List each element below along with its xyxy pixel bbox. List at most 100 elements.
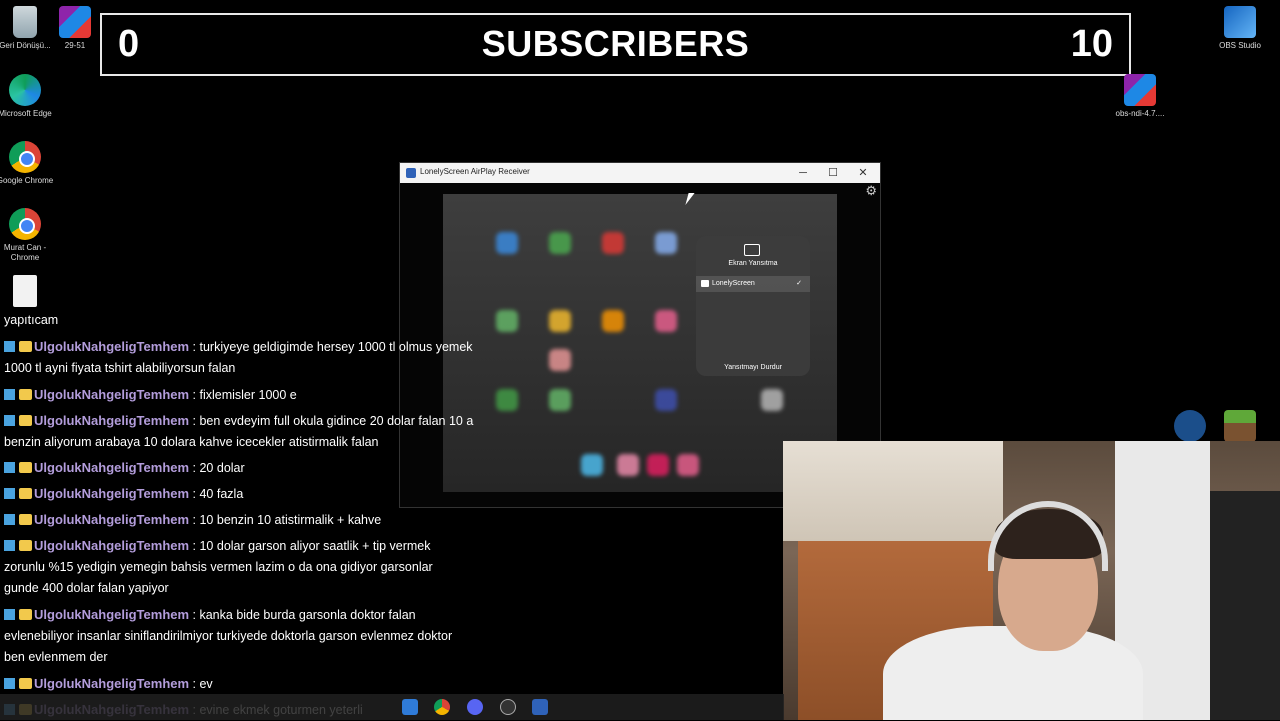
- app-icon-blurred: [655, 389, 677, 411]
- app-icon-blurred: [761, 389, 783, 411]
- chat-message: UlgolukNahgeligTemhem : 40 fazla: [4, 483, 539, 505]
- desktop-icon-label: obs-ndi-4.7....: [1115, 109, 1165, 118]
- chat-separator: :: [189, 461, 200, 475]
- screen-mirroring-icon: [744, 244, 760, 256]
- chat-message: UlgolukNahgeligTemhem : turkiyeye geldig…: [4, 336, 539, 379]
- steam-icon: [1174, 410, 1206, 442]
- screen-mirroring-panel: Ekran Yansıtma LonelyScreen ✓ Yansıtmayı…: [696, 236, 810, 376]
- mirroring-device-label: LonelyScreen: [712, 280, 755, 287]
- desktop-icon-label: Google Chrome: [0, 176, 54, 185]
- chat-separator: :: [189, 513, 200, 527]
- obs-taskbar-icon[interactable]: [500, 699, 516, 715]
- window-titlebar[interactable]: LonelyScreen AirPlay Receiver ─ ☐ ✕: [400, 163, 880, 183]
- checkmark-icon: ✓: [796, 280, 802, 287]
- webcam-wall: [783, 441, 1003, 541]
- app-icon-blurred: [647, 454, 669, 476]
- desktop-icon-label: 29-51: [64, 41, 86, 50]
- chat-separator: :: [189, 387, 200, 402]
- chat-separator: :: [189, 539, 200, 553]
- app-icon-blurred: [677, 454, 699, 476]
- webcam-overlay: [783, 441, 1280, 720]
- chrome-icon: [9, 141, 41, 173]
- display-icon: [701, 280, 709, 287]
- chat-separator: :: [189, 608, 200, 622]
- chat-username: UlgolukNahgeligTemhem: [34, 339, 190, 354]
- mirroring-device-item[interactable]: LonelyScreen ✓: [696, 276, 810, 292]
- chat-message-text: kanka bide burda garsonla doktor falan: [199, 608, 416, 622]
- desktop-icon-label: Geri Dönüşü...: [0, 41, 51, 50]
- desktop-icon-chrome[interactable]: Google Chrome: [0, 141, 55, 186]
- recycle-bin-icon: [13, 6, 37, 38]
- maximize-button[interactable]: ☐: [818, 163, 848, 183]
- chat-message: UlgolukNahgeligTemhem : 10 dolar garson …: [4, 535, 539, 599]
- stop-mirroring-button[interactable]: Yansıtmayı Durdur: [696, 364, 810, 371]
- chat-message-continuation: ben evlenmem der: [4, 650, 108, 664]
- desktop-icon-29-51[interactable]: 29-51: [45, 6, 105, 51]
- desktop-icon-file[interactable]: [0, 275, 55, 310]
- chat-message: UlgolukNahgeligTemhem : fixlemisler 1000…: [4, 384, 539, 406]
- desktop-icon-obs[interactable]: OBS Studio: [1210, 6, 1270, 51]
- chat-message: UlgolukNahgeligTemhem : kanka bide burda…: [4, 604, 539, 668]
- gear-icon[interactable]: ⚙: [865, 183, 877, 199]
- chat-separator: :: [189, 677, 200, 691]
- chat-username: UlgolukNahgeligTemhem: [34, 460, 190, 475]
- app-icon-blurred: [602, 232, 624, 254]
- webcam-person-body: [883, 626, 1143, 720]
- chat-message: UlgolukNahgeligTemhem : 10 benzin 10 ati…: [4, 509, 539, 531]
- app-icon-blurred: [549, 310, 571, 332]
- winrar-icon: [59, 6, 91, 38]
- app-icon-blurred: [549, 349, 571, 371]
- chat-username: UlgolukNahgeligTemhem: [34, 538, 190, 553]
- obs-icon: [1224, 6, 1256, 38]
- app-icon-blurred: [549, 389, 571, 411]
- chat-badge-icon: [4, 608, 34, 621]
- minecraft-icon: [1224, 410, 1256, 442]
- chat-message: UlgolukNahgeligTemhem : ben evdeyim full…: [4, 410, 539, 453]
- edge-icon: [9, 74, 41, 106]
- chat-badge-icon: [4, 461, 34, 474]
- winrar-icon: [1124, 74, 1156, 106]
- desktop-icon-obs-ndi[interactable]: obs-ndi-4.7....: [1110, 74, 1170, 119]
- chat-message-text: ben evdeyim full okula gidince 20 dolar …: [199, 413, 474, 428]
- chat-message-continuation: gunde 400 dolar falan yapiyor: [4, 581, 169, 595]
- headphones: [988, 501, 1108, 571]
- chat-separator: :: [189, 487, 200, 501]
- taskbar-app-icon[interactable]: [402, 699, 418, 715]
- chat-username: UlgolukNahgeligTemhem: [34, 512, 190, 527]
- chat-badge-icon: [4, 487, 34, 500]
- chat-message-text: turkiyeye geldigimde hersey 1000 tl olmu…: [199, 340, 473, 354]
- desktop-icon-chrome-profile[interactable]: Murat Can - Chrome: [0, 208, 55, 263]
- file-icon: [13, 275, 37, 307]
- app-icon-blurred: [549, 232, 571, 254]
- chat-badge-icon: [4, 539, 34, 552]
- chat-message: UlgolukNahgeligTemhem : 20 dolar: [4, 457, 539, 479]
- lonelyscreen-taskbar-icon[interactable]: [532, 699, 548, 715]
- chat-badge-icon: [4, 677, 34, 690]
- chrome-taskbar-icon[interactable]: [434, 699, 450, 715]
- chat-badge-icon: [4, 340, 34, 353]
- app-icon: [406, 168, 416, 178]
- chat-username: UlgolukNahgeligTemhem: [34, 486, 190, 501]
- chat-message-text: fixlemisler 1000 e: [199, 387, 297, 402]
- app-icon-blurred: [581, 454, 603, 476]
- app-icon-blurred: [496, 232, 518, 254]
- screen-mirroring-title: Ekran Yansıtma: [728, 260, 778, 267]
- chat-username: UlgolukNahgeligTemhem: [34, 412, 190, 428]
- desktop-icon-edge[interactable]: Microsoft Edge: [0, 74, 55, 119]
- app-icon-blurred: [655, 232, 677, 254]
- chat-message-text: 10 dolar garson aliyor saatlik + tip ver…: [199, 539, 431, 553]
- chat-message-continuation: 1000 tl ayni fiyata tshirt alabiliyorsun…: [4, 361, 236, 375]
- desktop-icon-label: OBS Studio: [1219, 41, 1261, 50]
- chat-message: UlgolukNahgeligTemhem : ev: [4, 673, 539, 695]
- close-button[interactable]: ✕: [848, 163, 878, 183]
- desktop-icon-label: Microsoft Edge: [0, 109, 52, 118]
- chat-message-text: ev: [199, 677, 213, 691]
- chat-badge-icon: [4, 414, 34, 427]
- desktop-icon-minecraft[interactable]: [1210, 410, 1270, 445]
- chat-message-continuation: evlenebiliyor insanlar siniflandirilmiyo…: [4, 629, 453, 643]
- app-icon-blurred: [655, 310, 677, 332]
- minimize-button[interactable]: ─: [788, 163, 818, 183]
- discord-taskbar-icon[interactable]: [467, 699, 483, 715]
- taskbar: [0, 694, 784, 720]
- chrome-icon: [9, 208, 41, 240]
